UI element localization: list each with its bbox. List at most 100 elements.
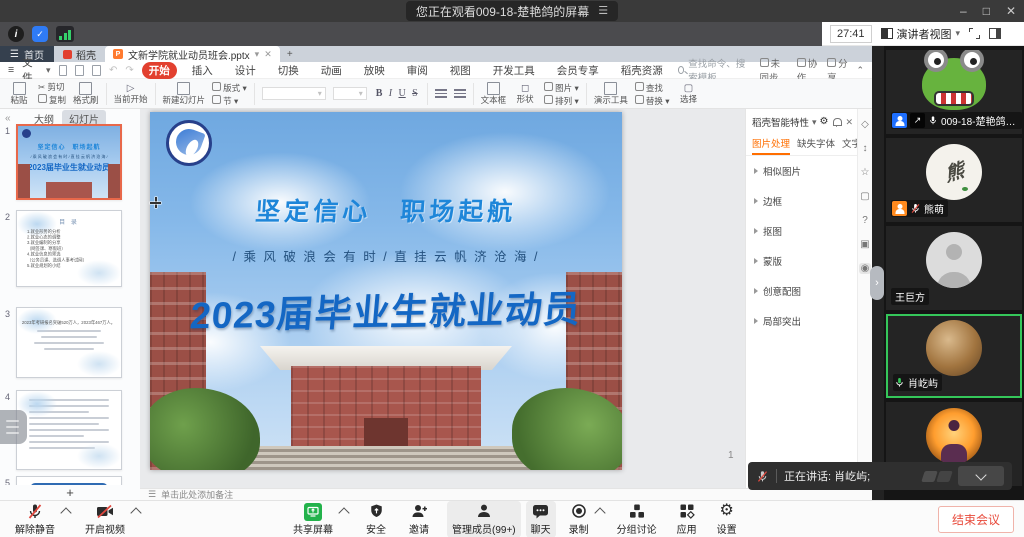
shapes-button[interactable]: ◻形状 [513,84,537,104]
slide-thumbnail-3[interactable]: 2023年考研报名突破520万人，2023年467万人。 [16,307,122,378]
unmute-button[interactable]: 解除静音 [10,501,60,537]
select-button[interactable]: ▢选择 [677,84,701,104]
close-button[interactable]: ✕ [1006,4,1016,18]
play-from-current-button[interactable]: ▷当前开始 [114,84,148,104]
ribbon-tab-slideshow[interactable]: 放映 [357,62,392,79]
security-shield-icon[interactable]: ✓ [32,26,48,42]
print-icon[interactable] [75,65,84,76]
strikethrough-button[interactable]: S [412,88,418,99]
ribbon-tab-animation[interactable]: 动画 [314,62,349,79]
chevron-down-icon[interactable]: ▾ [812,117,817,128]
sort-icon[interactable]: ↕ [863,143,868,154]
textbox-button[interactable]: 文本框 [481,82,507,105]
smart-item-similar-images[interactable]: 相似图片 [746,156,857,186]
start-video-button[interactable]: 开启视频 [80,501,130,537]
breakout-rooms-button[interactable]: 分组讨论 [612,501,662,537]
underline-button[interactable]: U [398,88,405,99]
help-icon[interactable]: ? [862,215,868,226]
ribbon-tab-member[interactable]: 会员专享 [550,62,606,79]
align-center-button[interactable] [454,89,466,98]
ribbon-tab-view[interactable]: 视图 [443,62,478,79]
replace-button[interactable]: 替换 ▾ [635,95,670,106]
tab-image-processing[interactable]: 图片处理 [752,136,790,155]
notification-bell-icon[interactable] [833,118,842,126]
invite-button[interactable]: 邀请 [404,501,434,537]
share-options-caret[interactable] [338,507,349,518]
save-icon[interactable] [59,65,68,76]
toast-collapse-button[interactable] [958,466,1004,486]
security-button[interactable]: 安全 [361,501,391,537]
ribbon-collapse-icon[interactable]: ⌃ [856,65,864,76]
view-mode-dropdown[interactable]: 演讲者视图 ▾ [881,26,961,42]
ribbon-tab-design[interactable]: 设计 [228,62,263,79]
smart-item-creative-image[interactable]: 创意配图 [746,276,857,306]
bold-button[interactable]: B [376,88,383,99]
beautify-icon[interactable]: ◇ [861,119,869,130]
info-icon[interactable]: i [8,26,24,42]
slide-thumbnail-1[interactable]: 坚定信心 职场起航 / 乘 风 破 浪 会 有 时 / 直 挂 云 帆 济 沧 … [16,124,122,200]
network-signal-icon[interactable] [56,26,74,42]
hamburger-menu-icon[interactable]: ≡ [8,64,14,76]
ribbon-tab-home[interactable]: 开始 [142,62,177,79]
preview-icon[interactable] [92,65,101,76]
find-button[interactable]: 查找 [635,82,670,93]
minimize-button[interactable]: – [960,4,967,18]
tab-dropdown-icon[interactable]: ▾ [255,49,260,60]
slide-thumbnail-2[interactable]: 目 录 1.就业形势的分析2.就业心态的调整 3.就业编制的分享（网签课、寒假班… [16,210,122,287]
floating-annotation-widget[interactable] [0,410,27,444]
new-tab-button[interactable]: + [280,46,300,62]
arrange-button[interactable]: 排列 ▾ [544,95,579,106]
present-tools-button[interactable]: 演示工具 [594,82,628,105]
copy-button[interactable]: 复制 [38,94,66,105]
format-painter-button[interactable]: 格式刷 [73,82,99,105]
slide-1[interactable]: 坚定信心 职场起航 / 乘 风 破 浪 会 有 时 / 直 挂 云 帆 济 沧 … [150,112,622,470]
participant-tile-sharer[interactable]: ↗ 009-18-楚艳鸽的… [886,50,1022,134]
font-family-select[interactable]: ▾ [262,87,326,100]
new-slide-button[interactable]: 新建幻灯片 [163,82,206,105]
redo-icon[interactable]: ↷ [125,65,133,76]
apps-button[interactable]: 应用 [672,501,702,537]
record-options-caret[interactable] [594,507,605,518]
wps-file-tab[interactable]: P 文新学院就业动员班会.pptx ▾ ✕ [105,46,280,62]
paste-button[interactable]: 粘贴 [7,82,31,105]
ribbon-tab-insert[interactable]: 插入 [185,62,220,79]
panel-expand-handle[interactable]: › [870,266,884,300]
cut-button[interactable]: ✂ 剪切 [38,83,66,92]
banner-menu-icon[interactable]: ☰ [598,6,608,16]
manage-members-button[interactable]: 管理成员(99+) [447,501,521,537]
frame-icon[interactable]: ▢ [860,191,869,202]
share-screen-button[interactable]: 共享屏幕 [288,501,338,537]
sidebar-toggle-icon[interactable] [989,28,1001,39]
chat-button[interactable]: 聊天 [526,501,556,537]
ribbon-tab-transition[interactable]: 切换 [271,62,306,79]
star-icon[interactable]: ☆ [861,167,870,178]
layout-button[interactable]: 版式 ▾ [212,82,247,93]
layers-icon[interactable]: ▣ [860,239,869,250]
restore-button[interactable]: □ [983,4,990,18]
section-button[interactable]: 节 ▾ [212,95,247,106]
slide-thumbnail-4[interactable] [16,390,122,470]
ribbon-tab-docer-res[interactable]: 稻壳资源 [614,62,670,79]
participant-tile-speaking[interactable]: 肖屹屿 [886,314,1022,398]
participant-tile[interactable]: 熊 熊萌 [886,138,1022,222]
picture-button[interactable]: 图片 ▾ [544,82,579,93]
wps-docer-tab[interactable]: 稻壳 [54,46,105,62]
ribbon-tab-devtools[interactable]: 开发工具 [486,62,542,79]
smart-item-mask[interactable]: 蒙版 [746,246,857,276]
italic-button[interactable]: I [389,88,392,99]
align-left-button[interactable] [435,89,447,98]
add-slide-button[interactable]: + [66,485,74,500]
collapse-panel-icon[interactable]: « [5,113,11,124]
settings-button[interactable]: ⚙ 设置 [712,501,742,537]
tab-missing-fonts[interactable]: 缺失字体 [797,136,835,155]
panel-close-icon[interactable]: ✕ [846,117,854,128]
undo-icon[interactable]: ↶ [109,65,117,76]
smart-item-local-highlight[interactable]: 局部突出 [746,306,857,336]
ribbon-tab-review[interactable]: 审阅 [400,62,435,79]
font-size-select[interactable]: ▾ [333,87,367,100]
tab-close-icon[interactable]: ✕ [264,49,272,60]
end-meeting-button[interactable]: 结束会议 [938,506,1014,533]
record-button[interactable]: 录制 [564,501,594,537]
video-options-caret[interactable] [130,507,141,518]
smart-item-cutout[interactable]: 抠图 [746,216,857,246]
